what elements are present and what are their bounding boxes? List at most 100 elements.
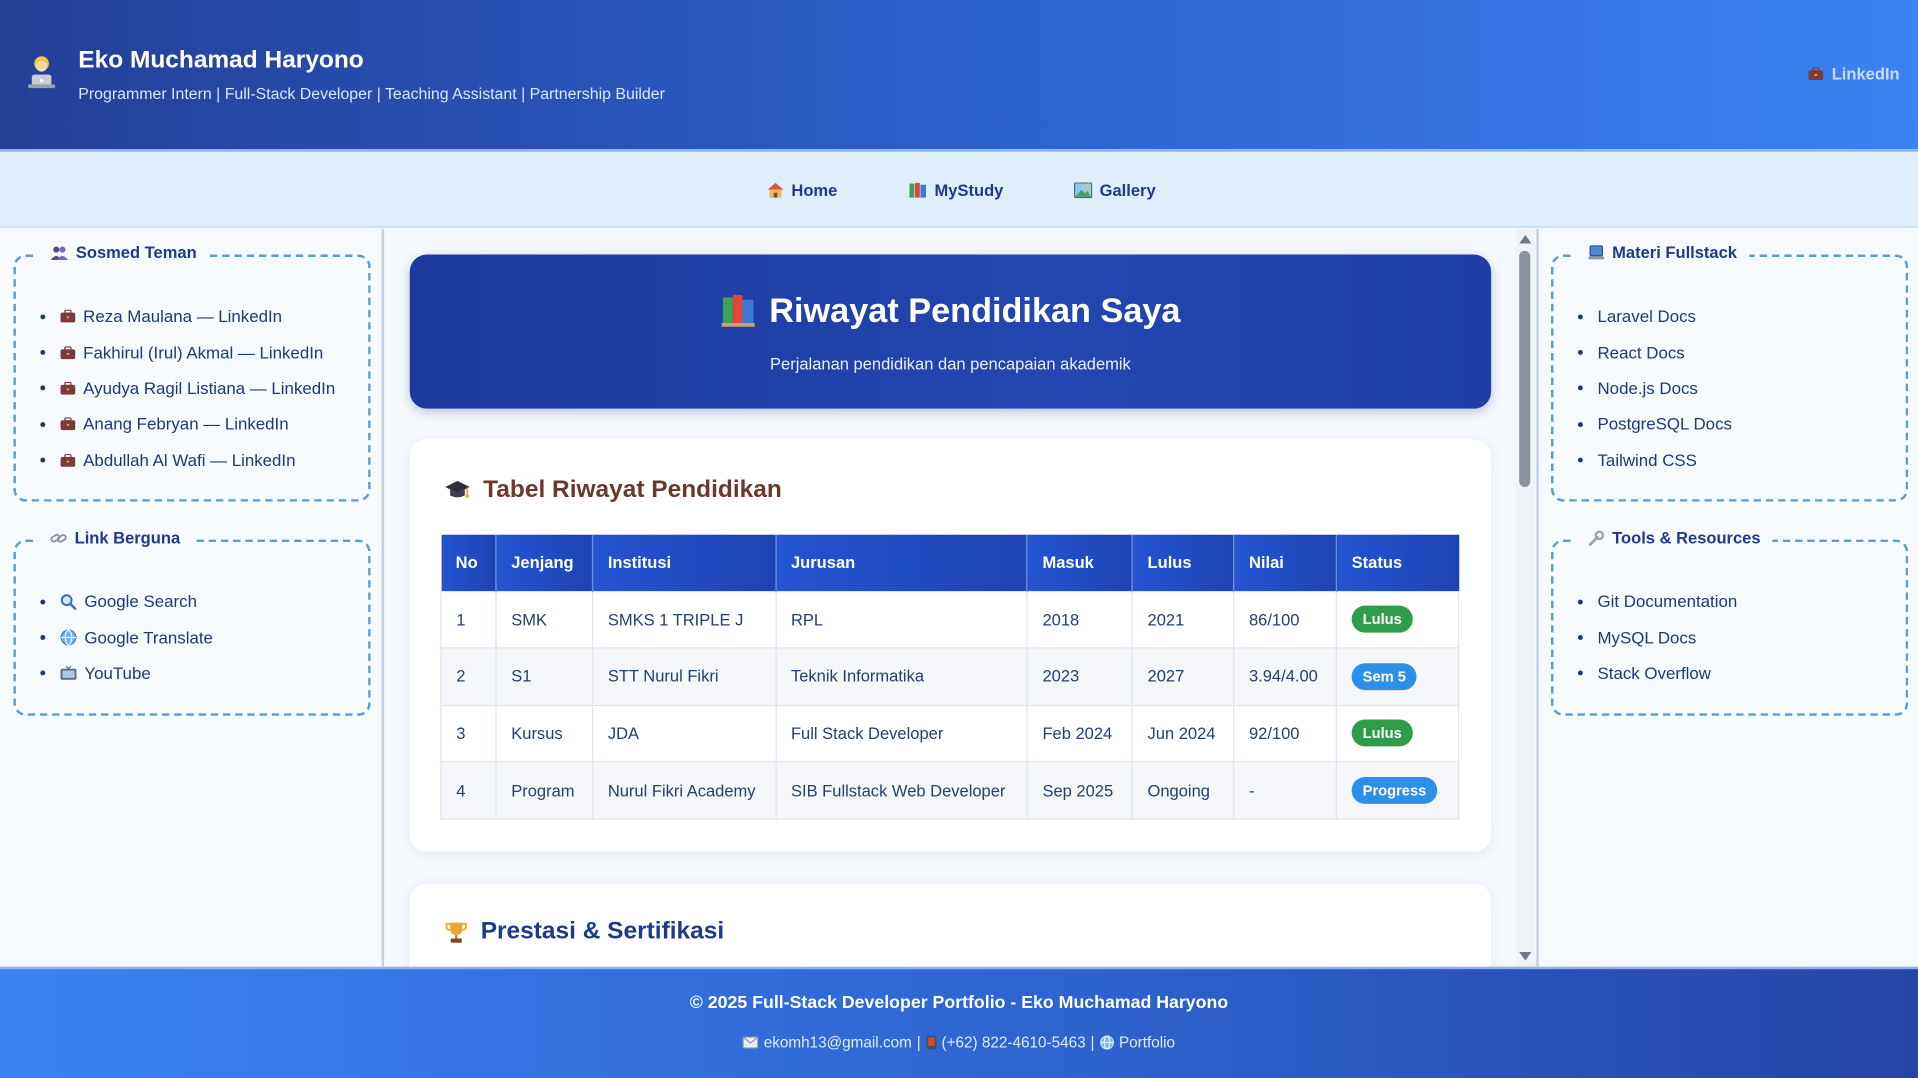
cell-jenjang: Kursus (495, 704, 594, 763)
chain-link-icon (50, 533, 67, 543)
site-tagline: Programmer Intern | Full-Stack Developer… (78, 84, 665, 103)
bullet (1577, 599, 1583, 605)
cell-jurusan: RPL (775, 590, 1028, 649)
cell-no: 4 (440, 761, 497, 820)
tools-link[interactable]: Stack Overflow (1553, 656, 1905, 692)
status-badge: Sem 5 (1351, 663, 1417, 690)
tools-label: Stack Overflow (1597, 664, 1711, 683)
bullet (1577, 314, 1583, 319)
friend-label: Fakhirul (Irul) Akmal — LinkedIn (83, 343, 324, 362)
site-footer: © 2025 Full-Stack Developer Portfolio - … (0, 966, 1918, 1078)
briefcase-icon (1809, 67, 1824, 81)
books-icon (721, 294, 755, 327)
cell-institusi: JDA (591, 704, 777, 763)
header-linkedin-link[interactable]: LinkedIn (1808, 64, 1900, 84)
briefcase-icon (60, 417, 76, 431)
site-header: Eko Muchamad Haryono Programmer Intern |… (0, 0, 1918, 150)
useful-link-label: YouTube (84, 664, 151, 683)
footer-portfolio-link[interactable]: Portfolio (1119, 1034, 1175, 1051)
friend-label: Anang Febryan — LinkedIn (83, 415, 289, 434)
materi-label: React Docs (1597, 343, 1685, 362)
nav-item-gallery[interactable]: Gallery (1073, 181, 1156, 199)
tools-title-text: Tools & Resources (1612, 528, 1761, 547)
cell-jenjang: S1 (495, 647, 594, 706)
cell-lulus: 2021 (1131, 590, 1235, 649)
main-nav: Home MyStudy Gallery (0, 149, 1918, 228)
nav-item-mystudy[interactable]: MyStudy (909, 181, 1004, 200)
cell-institusi: Nurul Fikri Academy (591, 761, 777, 820)
cell-no: 2 (440, 647, 497, 706)
trophy-icon (445, 921, 467, 943)
nav-mystudy-label: MyStudy (934, 181, 1004, 200)
nav-home-label: Home (791, 181, 838, 200)
materi-link[interactable]: React Docs (1553, 335, 1905, 371)
cell-status: Lulus (1335, 704, 1460, 763)
friend-link[interactable]: Reza Maulana — LinkedIn (16, 299, 368, 335)
column-header: Lulus (1132, 534, 1235, 591)
bullet (40, 314, 46, 319)
footer-email[interactable]: ekomh13@gmail.com (764, 1034, 912, 1051)
books-icon (909, 182, 926, 198)
footer-copyright: © 2025 Full-Stack Developer Portfolio - … (689, 993, 1229, 1014)
useful-link-youtube[interactable]: YouTube (16, 656, 368, 692)
materi-link[interactable]: PostgreSQL Docs (1553, 406, 1905, 442)
tools-box-title: Tools & Resources (1575, 528, 1773, 547)
useful-links-box: Link Berguna Google Search Google Transl… (13, 528, 371, 716)
footer-separator: | (916, 1033, 921, 1052)
bullet (40, 386, 46, 391)
header-linkedin-label: LinkedIn (1831, 64, 1900, 84)
education-card: Tabel Riwayat Pendidikan No Jenjang Inst… (409, 439, 1492, 852)
education-card-title-text: Tabel Riwayat Pendidikan (483, 475, 782, 503)
column-header: Status (1336, 534, 1459, 591)
useful-links-title-text: Link Berguna (74, 528, 181, 547)
nav-item-home[interactable]: Home (767, 181, 837, 199)
column-header: Institusi (592, 534, 777, 591)
column-header: Jenjang (495, 534, 594, 591)
materi-link[interactable]: Tailwind CSS (1553, 442, 1905, 478)
tools-box: Tools & Resources Git Documentation MySQ… (1551, 528, 1909, 716)
materi-link[interactable]: Laravel Docs (1553, 299, 1905, 335)
cell-nilai: 92/100 (1233, 704, 1337, 763)
materi-label: PostgreSQL Docs (1597, 415, 1732, 434)
friend-link[interactable]: Fakhirul (Irul) Akmal — LinkedIn (16, 335, 368, 371)
footer-phone[interactable]: (+62) 822-4610-5463 (942, 1034, 1086, 1051)
friend-link[interactable]: Ayudya Ragil Listiana — LinkedIn (16, 370, 368, 406)
scrollbar-thumb[interactable] (1519, 250, 1531, 487)
table-row: 4 Program Nurul Fikri Academy SIB Fullst… (440, 761, 1460, 820)
friend-label: Ayudya Ragil Listiana — LinkedIn (83, 379, 336, 398)
friend-label: Abdullah Al Wafi — LinkedIn (83, 451, 296, 470)
briefcase-icon (60, 453, 76, 467)
table-row: 1 SMK SMKS 1 TRIPLE J RPL 2018 2021 86/1… (440, 590, 1460, 649)
envelope-icon (742, 1036, 759, 1049)
laptop-icon (1588, 245, 1605, 260)
main-content: Riwayat Pendidikan Saya Perjalanan pendi… (386, 228, 1515, 967)
materi-link[interactable]: Node.js Docs (1553, 370, 1905, 406)
scroll-up-arrow-icon[interactable] (1519, 234, 1532, 244)
tools-label: Git Documentation (1597, 592, 1738, 611)
table-header-row: No Jenjang Institusi Jurusan Masuk Lulus… (440, 534, 1459, 591)
briefcase-icon (60, 309, 76, 323)
bullet (1577, 350, 1583, 355)
cell-nilai: - (1233, 761, 1337, 820)
achievements-card-title: Prestasi & Sertifikasi (444, 918, 724, 946)
education-table: No Jenjang Institusi Jurusan Masuk Lulus… (440, 534, 1460, 820)
useful-links-title: Link Berguna (37, 528, 193, 547)
useful-link-google-translate[interactable]: Google Translate (16, 620, 368, 656)
materi-box-title: Materi Fullstack (1575, 243, 1750, 262)
bullet (1577, 457, 1583, 463)
useful-links-list: Google Search Google Translate YouTube (16, 584, 368, 692)
materi-list: Laravel Docs React Docs Node.js Docs Pos… (1553, 299, 1905, 479)
friend-link[interactable]: Anang Febryan — LinkedIn (16, 406, 368, 442)
materi-title-text: Materi Fullstack (1612, 243, 1738, 262)
scroll-down-arrow-icon[interactable] (1519, 951, 1532, 961)
tools-link[interactable]: Git Documentation (1553, 584, 1905, 620)
bullet (1577, 386, 1583, 391)
tools-link[interactable]: MySQL Docs (1553, 620, 1905, 656)
tools-label: MySQL Docs (1597, 628, 1697, 647)
main-scrollbar[interactable] (1515, 228, 1536, 967)
friend-link[interactable]: Abdullah Al Wafi — LinkedIn (16, 442, 368, 478)
cell-masuk: 2018 (1026, 590, 1133, 649)
house-icon (767, 182, 784, 198)
useful-link-google-search[interactable]: Google Search (16, 584, 368, 620)
globe-icon (1099, 1035, 1114, 1050)
